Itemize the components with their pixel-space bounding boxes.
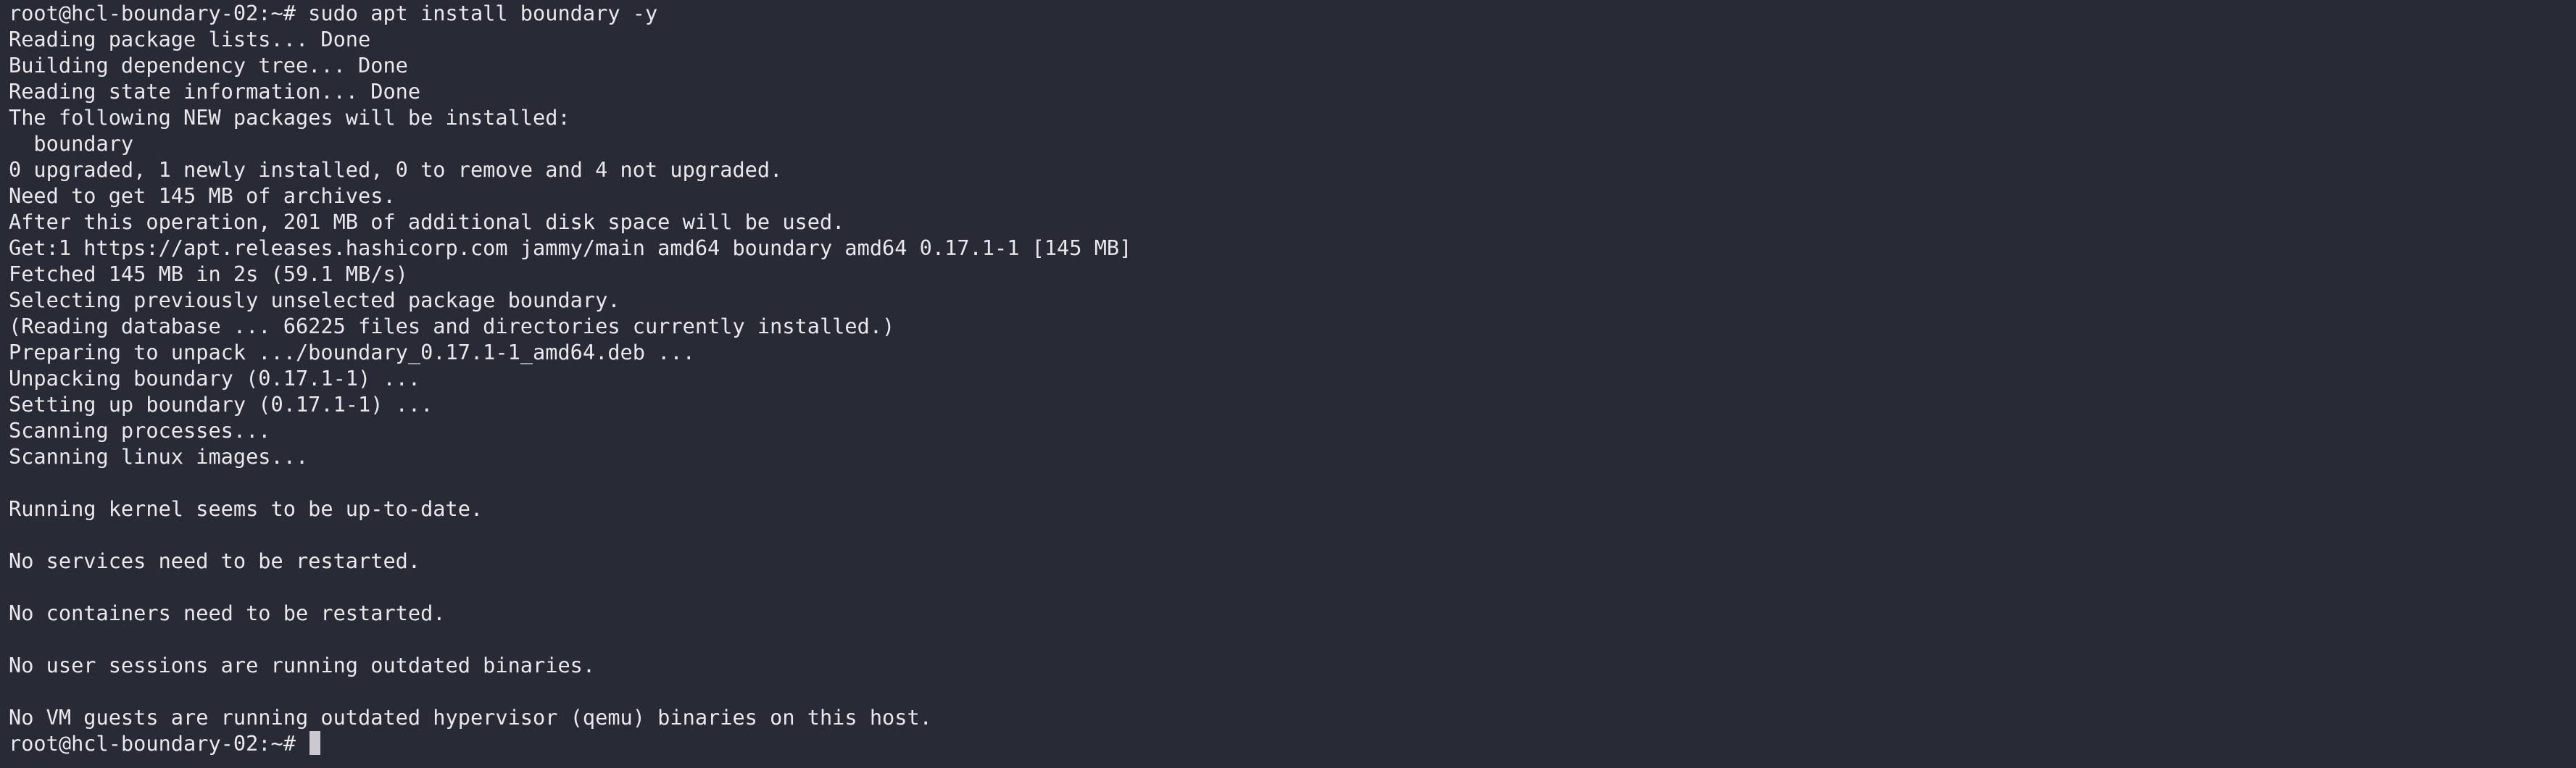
terminal-line: Reading state information... Done: [9, 79, 421, 104]
terminal-line: Preparing to unpack .../boundary_0.17.1-…: [9, 340, 695, 364]
terminal-line: boundary: [9, 131, 134, 156]
terminal-line: Get:1 https://apt.releases.hashicorp.com…: [9, 235, 1132, 260]
terminal-line: Setting up boundary (0.17.1-1) ...: [9, 392, 433, 417]
terminal-line: Scanning processes...: [9, 418, 271, 443]
terminal-line: Building dependency tree... Done: [9, 53, 408, 78]
terminal-prompt: root@hcl-boundary-02:~#: [9, 731, 309, 756]
terminal-prompt-line[interactable]: root@hcl-boundary-02:~#: [9, 730, 2576, 756]
terminal-cursor: [309, 731, 321, 755]
terminal-line: Need to get 145 MB of archives.: [9, 183, 396, 208]
terminal-line: No services need to be restarted.: [9, 548, 421, 573]
terminal-line: (Reading database ... 66225 files and di…: [9, 314, 895, 338]
terminal-line: Fetched 145 MB in 2s (59.1 MB/s): [9, 262, 408, 286]
terminal-line: No VM guests are running outdated hyperv…: [9, 705, 932, 730]
terminal-line: Selecting previously unselected package …: [9, 288, 620, 312]
terminal-line-command: root@hcl-boundary-02:~# sudo apt install…: [9, 1, 658, 25]
terminal-window[interactable]: root@hcl-boundary-02:~# sudo apt install…: [0, 0, 2576, 768]
terminal-line: Reading package lists... Done: [9, 27, 371, 51]
terminal-line: 0 upgraded, 1 newly installed, 0 to remo…: [9, 157, 783, 182]
terminal-line: Scanning linux images...: [9, 444, 309, 469]
terminal-line: Unpacking boundary (0.17.1-1) ...: [9, 366, 421, 391]
terminal-line: No user sessions are running outdated bi…: [9, 653, 596, 677]
terminal-line: The following NEW packages will be insta…: [9, 105, 570, 130]
terminal-line: After this operation, 201 MB of addition…: [9, 209, 845, 234]
terminal-line: Running kernel seems to be up-to-date.: [9, 496, 483, 521]
terminal-line: No containers need to be restarted.: [9, 601, 446, 625]
